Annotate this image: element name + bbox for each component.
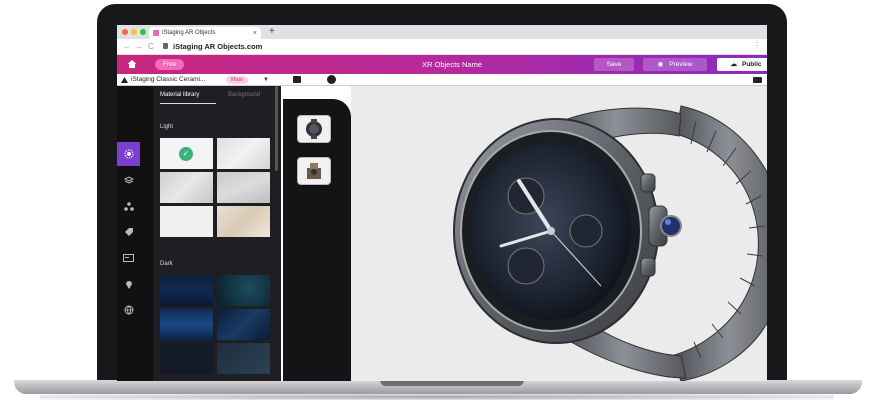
public-button[interactable]: ☁ Public	[717, 58, 767, 71]
material-swatch[interactable]	[217, 138, 270, 169]
pin-icon[interactable]	[117, 272, 140, 296]
close-window-dot[interactable]	[122, 29, 128, 35]
material-swatch[interactable]	[217, 275, 270, 306]
light-section-label: Light	[160, 124, 174, 130]
material-swatch[interactable]	[160, 206, 213, 237]
watch-model[interactable]	[351, 86, 767, 381]
home-icon[interactable]	[127, 59, 137, 69]
material-icon[interactable]	[117, 142, 140, 166]
forward-icon[interactable]: →	[135, 42, 143, 51]
nodes-icon[interactable]	[117, 194, 140, 218]
project-title[interactable]: XR Objects Name	[397, 60, 507, 69]
eye-icon: ◉	[657, 61, 664, 68]
tool-rail	[117, 86, 153, 381]
material-swatch[interactable]	[160, 343, 213, 374]
back-icon[interactable]: ←	[123, 42, 131, 51]
card-icon[interactable]	[117, 246, 140, 270]
save-button[interactable]: Save	[594, 58, 634, 71]
toolbar-frame-icon[interactable]	[293, 76, 301, 83]
browser-tab-bar: iStaging AR Objects × +	[117, 25, 767, 39]
3d-viewport[interactable]	[351, 86, 767, 381]
material-swatch[interactable]	[160, 275, 213, 306]
panel-tabs: Material library Background	[153, 86, 281, 104]
object-thumbnail[interactable]	[297, 115, 331, 143]
layers-icon[interactable]	[117, 168, 140, 192]
object-name-select[interactable]: iStaging Classic Cerami...	[131, 76, 205, 83]
laptop-shadow	[40, 394, 834, 400]
main-badge: Main	[226, 76, 248, 84]
object-bar: iStaging Classic Cerami... Main ▼	[117, 74, 767, 86]
panel-scrollbar[interactable]	[275, 86, 278, 171]
favicon-icon	[153, 30, 159, 36]
material-swatch[interactable]: ✓	[160, 138, 213, 169]
cloud-upload-icon: ☁	[730, 61, 737, 68]
object-thumbnail[interactable]	[297, 157, 331, 185]
new-tab-button[interactable]: +	[269, 26, 275, 37]
material-swatch[interactable]	[217, 343, 270, 374]
laptop-mockup: iStaging AR Objects × + ← → C iStaging A…	[0, 0, 874, 404]
preview-button[interactable]: ◉ Preview	[643, 58, 707, 71]
address-bar: ← → C iStaging AR Objects.com ⋮	[117, 39, 767, 55]
close-tab-icon[interactable]: ×	[253, 30, 257, 37]
dark-section-label: Dark	[160, 261, 173, 267]
material-swatch[interactable]	[217, 206, 270, 237]
check-icon: ✓	[179, 147, 193, 161]
browser-tab[interactable]: iStaging AR Objects ×	[149, 27, 261, 39]
object-icon	[121, 77, 128, 83]
material-panel: Material library Background Light ✓ Dark	[153, 86, 281, 381]
tab-material-library[interactable]: Material library	[160, 92, 199, 98]
chevron-down-icon[interactable]: ▼	[263, 77, 269, 83]
globe-icon[interactable]	[117, 298, 140, 322]
lock-icon	[163, 43, 168, 49]
url-field[interactable]: iStaging AR Objects.com	[173, 42, 262, 51]
app-header: Free XR Objects Name Save ◉ Preview ☁ Publ…	[117, 55, 767, 74]
material-swatch[interactable]	[217, 309, 270, 340]
material-swatch[interactable]	[217, 172, 270, 203]
browser-menu-icon[interactable]: ⋮	[753, 41, 761, 50]
material-swatch[interactable]	[160, 172, 213, 203]
object-thumbnail-column	[283, 99, 351, 381]
material-swatch[interactable]	[160, 309, 213, 340]
minimize-window-dot[interactable]	[131, 29, 137, 35]
reload-icon[interactable]: C	[148, 42, 154, 51]
tag-icon[interactable]	[117, 220, 140, 244]
browser-tab-title: iStaging AR Objects	[162, 30, 216, 36]
toolbar-info-icon[interactable]	[327, 75, 336, 84]
plan-badge[interactable]: Free	[155, 59, 185, 70]
tab-background[interactable]: Background	[228, 92, 260, 98]
toolbar-expand-icon[interactable]	[753, 77, 762, 83]
laptop-screen: iStaging AR Objects × + ← → C iStaging A…	[117, 25, 767, 381]
public-label: Public	[741, 61, 762, 68]
maximize-window-dot[interactable]	[140, 29, 146, 35]
active-tab-underline	[160, 103, 216, 104]
preview-label: Preview	[669, 61, 693, 68]
